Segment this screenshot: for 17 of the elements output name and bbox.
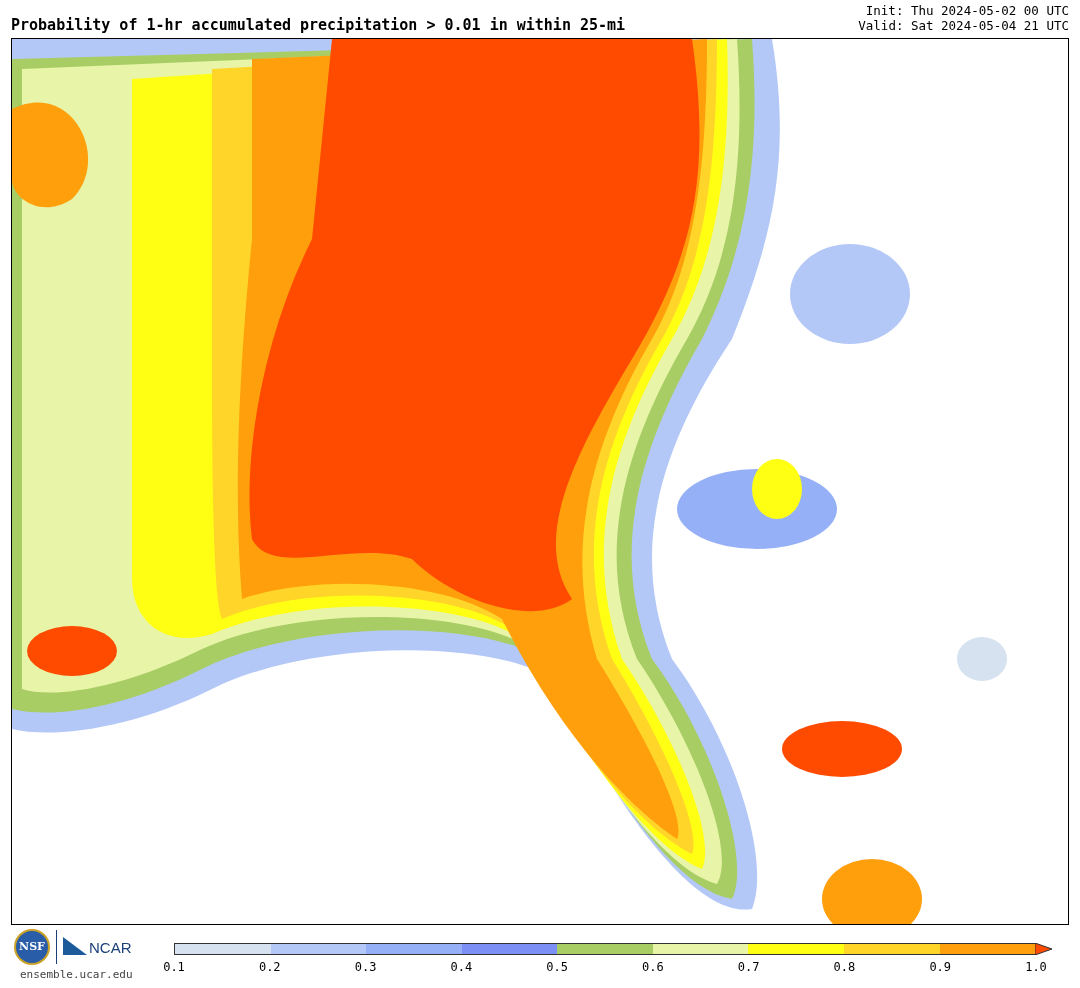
tick-label: 0.1 xyxy=(163,961,185,973)
ncar-logo: NCAR xyxy=(89,939,132,955)
tick-label: 0.6 xyxy=(642,961,664,973)
site-url: ensemble.ucar.edu xyxy=(19,967,133,983)
tick-label: 0.5 xyxy=(546,961,568,973)
tick-label: 0.9 xyxy=(929,961,952,973)
tick-label: 1.0 xyxy=(1025,961,1047,973)
init-time: Init: Thu 2024-05-02 00 UTC xyxy=(865,3,1069,18)
tick-label: 0.3 xyxy=(354,961,377,973)
chart-title: Probability of 1-hr accumulated precipitation > 0.01 in within 25-mi xyxy=(11,18,626,33)
nsf-logo: NSF xyxy=(14,929,50,965)
tick-label: 0.4 xyxy=(450,961,473,973)
tick-label: 0.8 xyxy=(833,961,856,973)
tick-label: 0.2 xyxy=(258,961,281,973)
tick-label: 0.7 xyxy=(737,961,760,973)
swoosh-icon xyxy=(63,937,87,957)
valid-time: Valid: Sat 2024-05-04 21 UTC xyxy=(858,18,1069,33)
